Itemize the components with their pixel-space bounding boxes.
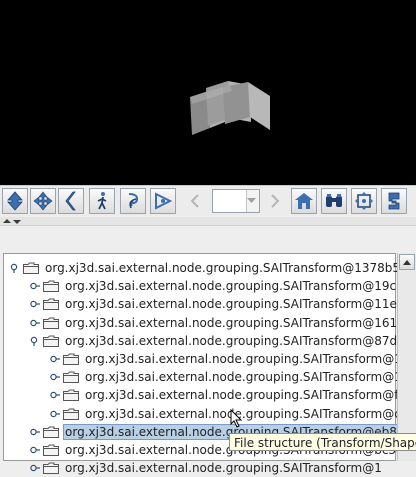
tree-node[interactable]: org.xj3d.sai.external.node.grouping.SAIT… [30,314,416,332]
examine-mode-icon [7,191,23,211]
scene-tree-panel: org.xj3d.sai.external.node.grouping.SAIT… [3,253,416,475]
examine-mode-button[interactable] [2,188,28,214]
viewpoint-select-field[interactable] [213,190,247,212]
tree-node-label: org.xj3d.sai.external.node.grouping.SAIT… [85,406,416,421]
status-icon [388,192,400,210]
node-collapsed-icon[interactable] [50,372,60,382]
tree-node-label: org.xj3d.sai.external.node.grouping.SAIT… [65,461,382,476]
folder-icon [43,335,59,347]
chevron-up-icon [403,259,411,265]
viewpoint-select[interactable] [212,189,260,213]
folder-icon [43,426,59,438]
tree-node-label: org.xj3d.sai.external.node.grouping.SAIT… [85,370,416,385]
folder-icon [43,462,59,475]
tilt-mode-icon [128,193,139,209]
tree-node[interactable]: org.xj3d.sai.external.node.grouping.SAIT… [50,368,416,386]
node-collapsed-icon[interactable] [30,299,40,309]
tree-node[interactable]: org.xj3d.sai.external.node.grouping.SAIT… [30,277,416,295]
scroll-up-button[interactable] [399,254,415,270]
tree-node[interactable]: org.xj3d.sai.external.node.grouping.SAIT… [10,259,410,277]
fly-mode-button[interactable] [58,188,84,214]
folder-icon [63,371,79,384]
tree-node-label: org.xj3d.sai.external.node.grouping.SAIT… [45,261,408,275]
node-collapsed-icon[interactable] [30,318,40,328]
folder-icon [43,444,59,456]
tooltip: File structure (Transform/Shape n [229,433,416,451]
tree-node[interactable]: org.xj3d.sai.external.node.grouping.SAIT… [30,295,416,313]
node-collapsed-icon[interactable] [50,390,60,400]
fit-icon [355,192,373,210]
home-button[interactable] [291,188,317,214]
next-viewpoint-button[interactable] [262,188,288,214]
node-expanded-icon[interactable] [10,263,20,273]
node-collapsed-icon[interactable] [50,409,60,419]
tree-node[interactable]: org.xj3d.sai.external.node.grouping.SAIT… [30,332,416,350]
status-button[interactable] [381,188,407,214]
node-collapsed-icon[interactable] [50,354,60,364]
tree-node-label: org.xj3d.sai.external.node.grouping.SAIT… [85,388,416,403]
vertical-scrollbar[interactable] [397,253,416,461]
fit-button[interactable] [351,188,377,214]
folder-icon [43,298,59,311]
tree-node-label: org.xj3d.sai.external.node.grouping.SAIT… [85,352,416,366]
node-expanded-icon[interactable] [30,336,40,346]
node-collapsed-icon[interactable] [30,463,40,473]
3d-viewport[interactable] [0,0,416,185]
find-button[interactable] [321,188,347,214]
look-at-mode-button[interactable] [150,188,176,214]
pan-mode-icon [33,191,53,211]
folder-icon [63,389,79,402]
folder-icon [63,408,79,420]
tree-node-label: org.xj3d.sai.external.node.grouping.SAIT… [65,315,416,330]
3d-scene [190,81,270,135]
tree-node[interactable]: org.xj3d.sai.external.node.grouping.SAIT… [50,386,416,404]
split-pane-divider[interactable] [0,217,416,226]
tree-node-label: org.xj3d.sai.external.node.grouping.SAIT… [65,279,416,294]
mouse-cursor-icon [230,409,243,428]
tree-node-label: org.xj3d.sai.external.node.grouping.SAIT… [65,333,416,348]
walk-mode-button[interactable] [89,188,115,214]
collapse-arrows-icon [3,219,21,224]
previous-viewpoint-button[interactable] [182,188,208,214]
next-viewpoint-icon [271,194,280,208]
look-at-mode-icon [155,192,173,210]
tree-node[interactable]: org.xj3d.sai.external.node.grouping.SAIT… [50,350,416,368]
folder-icon [63,353,79,365]
tree-node[interactable]: org.xj3d.sai.external.node.grouping.SAIT… [30,459,384,477]
previous-viewpoint-icon [190,194,199,208]
node-collapsed-icon[interactable] [30,427,40,437]
walk-mode-icon [97,192,107,210]
folder-icon [43,280,59,293]
tilt-mode-button[interactable] [120,188,146,214]
folder-icon [43,317,59,329]
fly-mode-icon [65,191,76,211]
home-icon [295,193,313,209]
navigation-toolbar [0,185,416,219]
node-collapsed-icon[interactable] [30,281,40,291]
pan-mode-button[interactable] [30,188,56,214]
chevron-down-icon [247,198,256,203]
tree-node-label: org.xj3d.sai.external.node.grouping.SAIT… [65,297,416,312]
node-collapsed-icon[interactable] [30,445,40,455]
folder-icon [23,262,39,274]
find-icon [326,194,342,207]
